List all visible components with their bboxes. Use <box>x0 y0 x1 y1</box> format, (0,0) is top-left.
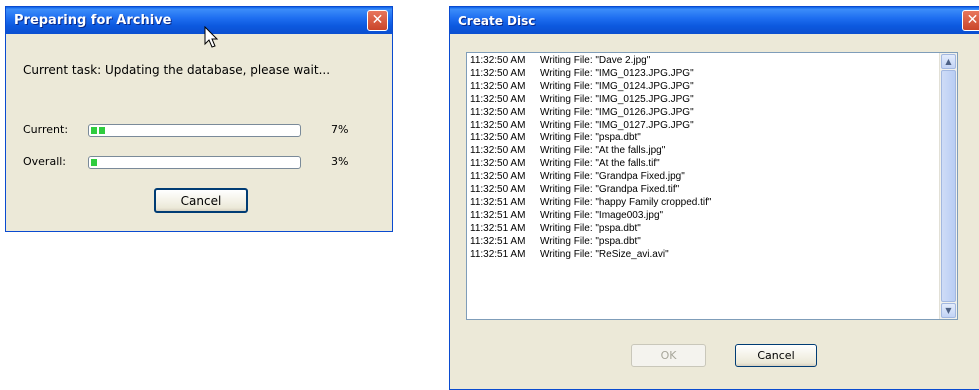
preparing-archive-dialog: Preparing for Archive ✕ Current task: Up… <box>5 6 393 232</box>
log-time: 11:32:50 AM <box>470 55 526 66</box>
log-time: 11:32:50 AM <box>470 145 526 157</box>
log-message: Writing File: "IMG_0127.JPG.JPG" <box>540 119 694 131</box>
log-time: 11:32:50 AM <box>470 184 526 196</box>
log-time: 11:32:50 AM <box>470 106 526 118</box>
log-line: 11:32:51 AM Writing File: "pspa.dbt" <box>470 223 937 236</box>
log-line: 11:32:50 AM Writing File: "IMG_0123.JPG.J… <box>470 68 937 81</box>
log-time: 11:32:51 AM <box>470 235 526 247</box>
log-time: 11:32:51 AM <box>470 209 526 221</box>
log-line: 11:32:51 AM Writing File: "Image003.jpg" <box>470 210 937 223</box>
overall-percent: 3% <box>331 155 349 168</box>
log-message: Writing File: "pspa.dbt" <box>540 235 641 247</box>
log-list[interactable]: 11:32:50 AM Writing File: "Dave 2.jpg" 11:… <box>466 52 958 320</box>
log-line: 11:32:51 AM Writing File: "pspa.dbt" <box>470 236 937 249</box>
ok-button[interactable]: OK <box>631 344 706 367</box>
mouse-cursor-icon <box>204 26 219 48</box>
scroll-up-button[interactable]: ▲ <box>941 54 956 69</box>
log-message: Writing File: "IMG_0123.JPG.JPG" <box>540 67 694 79</box>
log-message: Writing File: "IMG_0126.JPG.JPG" <box>540 106 694 118</box>
log-message: Writing File: "happy Family cropped.tif" <box>540 196 712 208</box>
log-line: 11:32:50 AM Writing File: "Grandpa Fixed.… <box>470 171 937 184</box>
log-message: Writing File: "Grandpa Fixed.jpg" <box>540 171 685 183</box>
log-time: 11:32:50 AM <box>470 93 526 105</box>
create-disc-title: Create Disc <box>458 14 536 28</box>
archive-close-button[interactable]: ✕ <box>367 10 388 31</box>
archive-title-bar[interactable]: Preparing for Archive ✕ <box>6 7 392 34</box>
create-disc-cancel-button[interactable]: Cancel <box>735 344 817 367</box>
current-progress-fill <box>91 127 105 134</box>
chevron-up-icon: ▲ <box>945 57 952 66</box>
log-line: 11:32:50 AM Writing File: "pspa.dbt" <box>470 132 937 145</box>
log-message: Writing File: "Grandpa Fixed.tif" <box>540 184 680 196</box>
create-disc-title-bar[interactable]: Create Disc ✕ <box>450 7 979 34</box>
log-time: 11:32:51 AM <box>470 196 526 208</box>
log-message: Writing File: "IMG_0124.JPG.JPG" <box>540 80 694 92</box>
overall-progress-bar <box>88 156 301 169</box>
log-lines: 11:32:50 AM Writing File: "Dave 2.jpg" 11:… <box>470 55 937 262</box>
log-line: 11:32:51 AM Writing File: "ReSize_avi.avi… <box>470 249 937 262</box>
log-time: 11:32:50 AM <box>470 119 526 131</box>
log-time: 11:32:51 AM <box>470 222 526 234</box>
chevron-down-icon: ▼ <box>945 306 952 315</box>
log-message: Writing File: "At the falls.jpg" <box>540 145 666 157</box>
log-time: 11:32:50 AM <box>470 67 526 79</box>
log-line: 11:32:50 AM Writing File: "Grandpa Fixed.… <box>470 184 937 197</box>
current-percent: 7% <box>331 123 349 136</box>
log-line: 11:32:50 AM Writing File: "IMG_0125.JPG.J… <box>470 94 937 107</box>
close-icon: ✕ <box>371 12 384 28</box>
log-time: 11:32:50 AM <box>470 171 526 183</box>
log-message: Writing File: "At the falls.tif" <box>540 158 660 170</box>
log-line: 11:32:50 AM Writing File: "IMG_0127.JPG.J… <box>470 120 937 133</box>
log-message: Writing File: "Image003.jpg" <box>540 209 664 221</box>
close-icon: ✕ <box>966 12 979 28</box>
log-message: Writing File: "Dave 2.jpg" <box>540 55 651 66</box>
create-disc-close-button[interactable]: ✕ <box>962 10 979 31</box>
overall-progress-label: Overall: <box>23 155 67 168</box>
log-time: 11:32:50 AM <box>470 80 526 92</box>
current-task-text: Current task: Updating the database, ple… <box>23 63 331 77</box>
log-time: 11:32:51 AM <box>470 248 526 260</box>
log-message: Writing File: "ReSize_avi.avi" <box>540 248 669 260</box>
log-message: Writing File: "IMG_0125.JPG.JPG" <box>540 93 694 105</box>
current-progress-bar <box>88 124 301 137</box>
scroll-down-button[interactable]: ▼ <box>941 303 956 318</box>
log-line: 11:32:50 AM Writing File: "IMG_0126.JPG.J… <box>470 107 937 120</box>
log-line: 11:32:50 AM Writing File: "At the falls.t… <box>470 158 937 171</box>
log-time: 11:32:50 AM <box>470 132 526 144</box>
create-disc-dialog: Create Disc ✕ 11:32:50 AM Writing File: "… <box>449 6 979 390</box>
archive-dialog-title: Preparing for Archive <box>14 13 172 28</box>
current-progress-label: Current: <box>23 123 69 136</box>
log-line: 11:32:51 AM Writing File: "happy Family c… <box>470 197 937 210</box>
scroll-thumb[interactable] <box>941 70 956 302</box>
log-line: 11:32:50 AM Writing File: "IMG_0124.JPG.J… <box>470 81 937 94</box>
log-time: 11:32:50 AM <box>470 158 526 170</box>
log-message: Writing File: "pspa.dbt" <box>540 132 641 144</box>
log-line: 11:32:50 AM Writing File: "Dave 2.jpg" <box>470 55 937 68</box>
log-line: 11:32:50 AM Writing File: "At the falls.j… <box>470 145 937 158</box>
overall-progress-fill <box>91 159 97 166</box>
archive-cancel-button[interactable]: Cancel <box>154 188 248 213</box>
log-message: Writing File: "pspa.dbt" <box>540 222 641 234</box>
log-scrollbar[interactable]: ▲ ▼ <box>939 53 957 319</box>
